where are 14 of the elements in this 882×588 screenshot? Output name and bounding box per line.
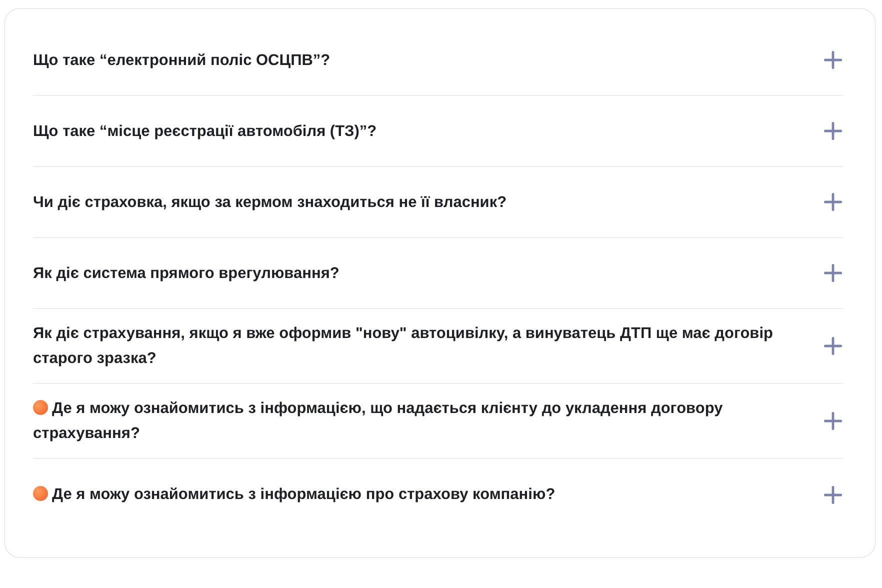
- faq-question[interactable]: Що таке “електронний поліс ОСЦПВ”?: [33, 48, 813, 72]
- faq-question[interactable]: Як діє страхування, якщо я вже оформив "нову" автоцивілку, а винуватець ДТП ще має договір старого зразка?: [33, 321, 813, 371]
- plus-icon[interactable]: [823, 192, 843, 212]
- faq-question[interactable]: Де я можу ознайомитись з інформацією, що надається клієнту до укладення договору страхування?: [33, 396, 813, 446]
- faq-question[interactable]: Як діє система прямого врегулювання?: [33, 260, 813, 286]
- faq-question[interactable]: Де я можу ознайомитись з інформацією про страхову компанію?: [33, 482, 813, 507]
- plus-icon[interactable]: [823, 263, 843, 283]
- plus-icon[interactable]: [823, 411, 843, 431]
- plus-icon[interactable]: [823, 121, 843, 141]
- plus-icon[interactable]: [823, 484, 843, 504]
- plus-icon[interactable]: [823, 50, 843, 70]
- faq-question[interactable]: Що таке “місце реєстрації автомобіля (ТЗ)”?: [33, 118, 813, 144]
- faq-question[interactable]: Чи діє страховка, якщо за кермом знаходиться не її власник?: [33, 190, 813, 214]
- plus-icon[interactable]: [823, 336, 843, 356]
